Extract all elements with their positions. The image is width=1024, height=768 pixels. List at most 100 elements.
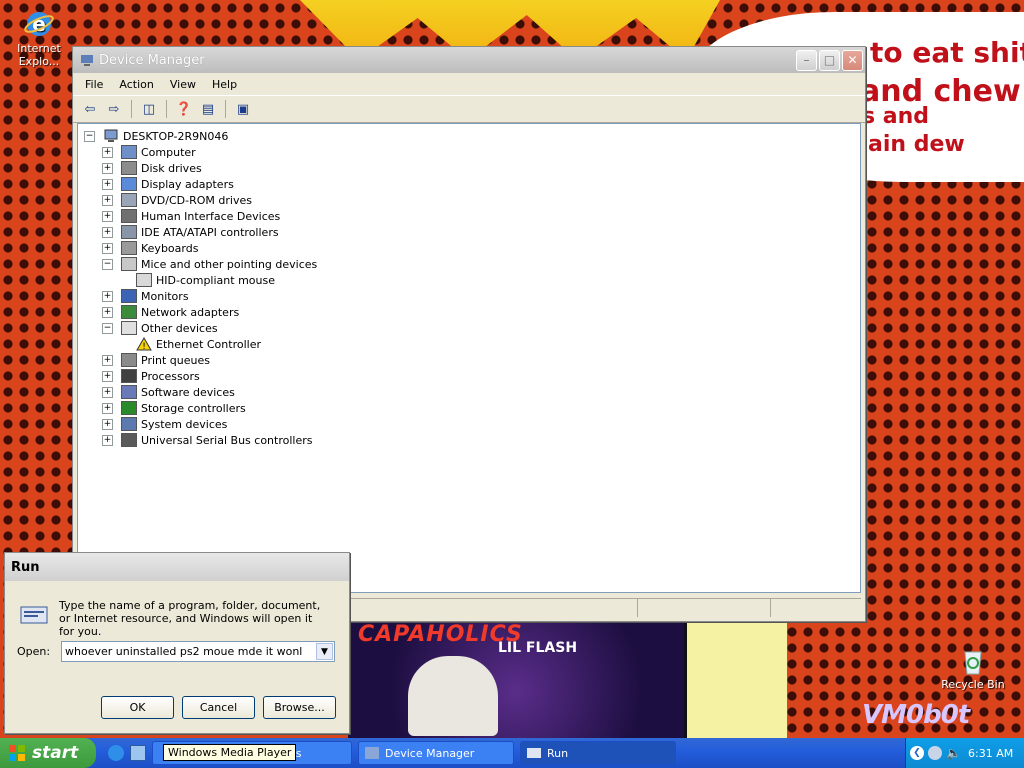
internet-explorer-icon: e xyxy=(23,8,55,40)
device-manager-titlebar[interactable]: Device Manager – □ ✕ xyxy=(73,47,865,73)
quicklaunch-desktop-icon[interactable] xyxy=(130,745,146,761)
device-icon xyxy=(121,385,137,399)
run-small-icon xyxy=(527,748,541,758)
tree-node-keyboards[interactable]: + Keyboards xyxy=(102,240,198,256)
properties-icon[interactable]: ▤ xyxy=(197,98,219,120)
device-icon xyxy=(121,321,137,335)
tree-node-monitors[interactable]: + Monitors xyxy=(102,288,189,304)
taskbar-button-label: Device Manager xyxy=(385,746,475,760)
wallpaper-album-art: CAPAHOLICS LIL FLASH xyxy=(348,620,684,738)
start-label: start xyxy=(32,743,79,763)
device-icon xyxy=(121,177,137,191)
device-icon xyxy=(121,289,137,303)
run-dialog: Run Type the name of a program, folder, … xyxy=(4,552,350,734)
maximize-button[interactable]: □ xyxy=(819,49,840,71)
tree-node-label: Other devices xyxy=(141,321,218,335)
tree-node-human-interface-devices[interactable]: + Human Interface Devices xyxy=(102,208,280,224)
expand-icon[interactable]: + xyxy=(102,146,113,158)
tree-node-dvd-cd-rom-drives[interactable]: + DVD/CD-ROM drives xyxy=(102,192,252,208)
quicklaunch-ie-icon[interactable] xyxy=(108,745,124,761)
ok-button[interactable]: OK xyxy=(101,696,174,719)
device-tree: − DESKTOP-2R9N046 + Computer + Disk drives +… xyxy=(77,123,861,593)
expand-icon[interactable]: + xyxy=(102,402,113,414)
computer-icon xyxy=(103,129,119,143)
tree-node-label: Software devices xyxy=(141,385,235,399)
tree-node-ide-ata-atapi-controllers[interactable]: + IDE ATA/ATAPI controllers xyxy=(102,224,279,240)
tree-node-universal-serial-bus-controllers[interactable]: + Universal Serial Bus controllers xyxy=(102,432,312,448)
tree-node-label: Keyboards xyxy=(141,241,199,255)
desktop-icon-internet-explorer[interactable]: e Internet Explo... xyxy=(4,8,74,68)
expand-icon[interactable]: + xyxy=(102,210,113,222)
forward-arrow-icon[interactable]: ⇨ xyxy=(103,98,125,120)
taskbar-button-device-manager[interactable]: Device Manager xyxy=(358,741,514,765)
start-button[interactable]: start xyxy=(0,738,96,768)
menu-action[interactable]: Action xyxy=(111,78,161,91)
desktop-icon-recycle-bin[interactable]: Recycle Bin xyxy=(938,644,1008,691)
bubble-line-4: ain dew xyxy=(868,132,965,157)
expand-icon[interactable]: + xyxy=(102,226,113,238)
collapse-icon[interactable]: − xyxy=(102,258,113,270)
tree-node-print-queues[interactable]: + Print queues xyxy=(102,352,210,368)
taskbar-button-label: Run xyxy=(547,746,569,760)
clock[interactable]: 6:31 AM xyxy=(968,747,1013,760)
menu-help[interactable]: Help xyxy=(204,78,245,91)
run-icon xyxy=(19,603,51,627)
back-arrow-icon[interactable]: ⇦ xyxy=(79,98,101,120)
device-icon xyxy=(121,401,137,415)
tree-node-hid-compliant-mouse[interactable]: HID-compliant mouse xyxy=(136,272,275,288)
cancel-button[interactable]: Cancel xyxy=(182,696,255,719)
taskbar: start ress Device Manager Run ❮ 🔈 6:31 A… xyxy=(0,738,1024,768)
expand-icon[interactable]: + xyxy=(102,370,113,382)
device-icon xyxy=(121,369,137,383)
expand-icon[interactable]: + xyxy=(102,434,113,446)
tree-node-label: Universal Serial Bus controllers xyxy=(141,433,313,447)
tray-volume-icon[interactable]: 🔈 xyxy=(946,746,961,760)
wallpaper-watermark: VM0b0t xyxy=(862,700,970,730)
menu-file[interactable]: File xyxy=(77,78,111,91)
open-combobox[interactable]: whoever uninstalled ps2 moue mde it wonl… xyxy=(61,641,335,662)
run-description: Type the name of a program, folder, docu… xyxy=(59,599,321,638)
tree-node-label: HID-compliant mouse xyxy=(156,273,275,287)
menu-view[interactable]: View xyxy=(162,78,204,91)
properties-help-icon[interactable]: ❓ xyxy=(173,98,195,120)
minimize-button[interactable]: – xyxy=(796,49,817,71)
tree-node-computer[interactable]: + Computer xyxy=(102,144,196,160)
expand-icon[interactable]: + xyxy=(102,290,113,302)
expand-icon[interactable]: + xyxy=(102,194,113,206)
show-hide-console-tree-icon[interactable]: ◫ xyxy=(138,98,160,120)
tray-expand-icon[interactable]: ❮ xyxy=(910,746,924,760)
tree-node-disk-drives[interactable]: + Disk drives xyxy=(102,160,202,176)
expand-icon[interactable]: + xyxy=(102,418,113,430)
open-input[interactable]: whoever uninstalled ps2 moue mde it wonl xyxy=(62,645,316,658)
tree-node-software-devices[interactable]: + Software devices xyxy=(102,384,235,400)
tree-node-network-adapters[interactable]: + Network adapters xyxy=(102,304,239,320)
tree-root[interactable]: − DESKTOP-2R9N046 xyxy=(84,128,228,144)
tree-node-other-devices[interactable]: − Other devices xyxy=(102,320,218,336)
run-titlebar[interactable]: Run xyxy=(5,553,349,581)
scan-hardware-icon[interactable]: ▣ xyxy=(232,98,254,120)
tree-node-storage-controllers[interactable]: + Storage controllers xyxy=(102,400,246,416)
tree-node-display-adapters[interactable]: + Display adapters xyxy=(102,176,234,192)
tree-node-ethernet-controller[interactable]: ! Ethernet Controller xyxy=(136,336,261,352)
expand-icon[interactable]: + xyxy=(102,386,113,398)
device-icon xyxy=(121,257,137,271)
tree-node-system-devices[interactable]: + System devices xyxy=(102,416,227,432)
browse-button[interactable]: Browse... xyxy=(263,696,336,719)
tree-node-label: Storage controllers xyxy=(141,401,246,415)
bubble-line-3: s and xyxy=(862,104,930,129)
expand-icon[interactable]: + xyxy=(102,354,113,366)
expand-icon[interactable]: + xyxy=(102,306,113,318)
album-artist: LIL FLASH xyxy=(498,640,578,656)
expand-icon[interactable]: + xyxy=(102,178,113,190)
tree-node-mice-and-other-pointing-devices[interactable]: − Mice and other pointing devices xyxy=(102,256,317,272)
collapse-icon[interactable]: − xyxy=(84,130,95,142)
tree-node-processors[interactable]: + Processors xyxy=(102,368,200,384)
taskbar-button-run[interactable]: Run xyxy=(520,741,676,765)
close-button[interactable]: ✕ xyxy=(842,49,863,71)
collapse-icon[interactable]: − xyxy=(102,322,113,334)
tray-network-icon[interactable] xyxy=(928,746,942,760)
dropdown-arrow-icon[interactable]: ▼ xyxy=(316,643,333,660)
toolbar: ⇦ ⇨ ◫ ❓ ▤ ▣ xyxy=(73,96,865,123)
expand-icon[interactable]: + xyxy=(102,242,113,254)
expand-icon[interactable]: + xyxy=(102,162,113,174)
